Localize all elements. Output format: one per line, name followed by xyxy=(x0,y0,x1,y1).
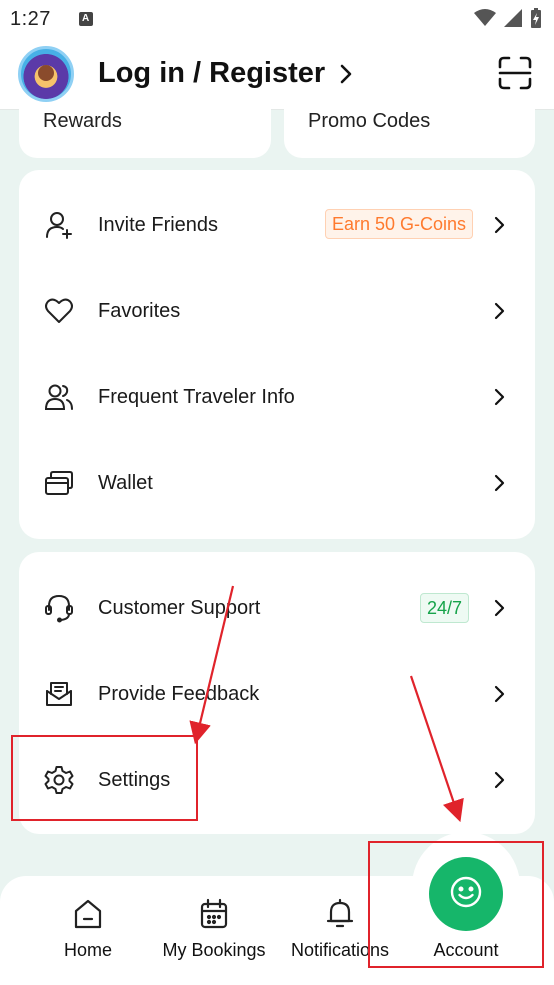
annotation-arrows xyxy=(189,585,464,823)
annotation-arrow-settings xyxy=(189,585,235,745)
annotation-arrow-account xyxy=(409,675,464,823)
